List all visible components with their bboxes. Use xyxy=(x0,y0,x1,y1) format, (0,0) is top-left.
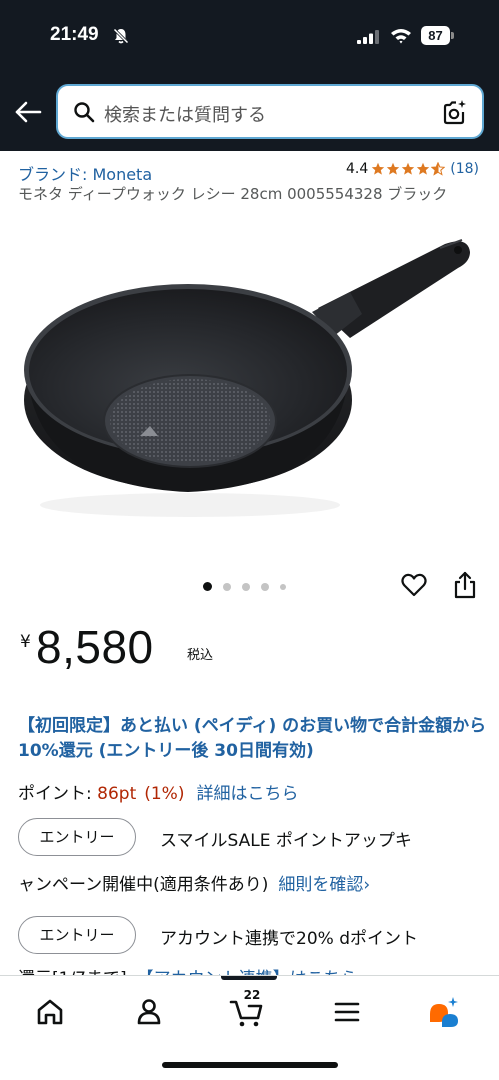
person-icon[interactable] xyxy=(129,992,169,1032)
star-icon xyxy=(372,162,385,175)
star-icon xyxy=(387,162,400,175)
price-value: 8,580 xyxy=(36,621,154,673)
search-icon xyxy=(74,102,95,123)
product-image[interactable] xyxy=(0,230,499,560)
rating-value: 4.4 xyxy=(345,161,369,177)
battery-indicator: 87 xyxy=(421,26,454,45)
rating-stars xyxy=(371,162,446,176)
campaign-text-line2: ャンペーン開催中(適用条件あり) xyxy=(18,875,269,895)
carousel-dot[interactable] xyxy=(280,583,286,590)
hamburger-icon[interactable] xyxy=(327,992,367,1032)
home-indicator xyxy=(162,1062,338,1068)
entry-button[interactable]: エントリー xyxy=(18,916,136,954)
battery-level: 87 xyxy=(421,26,450,45)
signal-icon xyxy=(357,30,379,44)
paidy-promo-link[interactable]: 【初回限定】あと払い (ペイディ) のお買い物で合計金額から10%還元 (エント… xyxy=(18,714,488,764)
home-icon[interactable] xyxy=(30,992,70,1032)
product-title: モネタ ディープウォック レシー 28cm 0005554328 ブラック xyxy=(18,185,448,203)
wifi-icon xyxy=(391,29,411,44)
cart-count: 22 xyxy=(243,988,261,1002)
star-icon xyxy=(417,162,430,175)
points-percent: (1%) xyxy=(144,784,185,804)
heart-icon[interactable] xyxy=(400,571,428,599)
carousel-dot[interactable] xyxy=(261,582,269,591)
carousel-dot[interactable] xyxy=(242,582,250,591)
status-time: 21:49 xyxy=(50,24,99,45)
entry-button[interactable]: エントリー xyxy=(18,818,136,856)
bell-muted-icon xyxy=(112,27,130,45)
search-placeholder: 検索または質問する xyxy=(104,105,266,126)
active-tab-indicator xyxy=(221,976,277,980)
back-arrow-icon[interactable] xyxy=(12,96,44,128)
share-icon[interactable] xyxy=(452,570,478,600)
campaign-text: スマイルSALE ポイントアップキ xyxy=(160,831,412,851)
points-row: ポイント: 86pt (1%) 詳細はこちら xyxy=(18,779,298,804)
brand-link[interactable]: ブランド: Moneta xyxy=(18,161,152,185)
points-label: ポイント: xyxy=(18,784,98,804)
star-icon xyxy=(402,162,415,175)
camera-search-icon[interactable] xyxy=(440,98,468,126)
campaign-text-cont: ャンペーン開催中(適用条件あり) 細則を確認› xyxy=(18,870,370,895)
rating-summary[interactable]: 4.4 (18) xyxy=(346,161,479,177)
rufus-icon[interactable] xyxy=(424,992,464,1032)
search-input[interactable]: 検索または質問する xyxy=(56,84,484,139)
points-value: 86pt xyxy=(97,784,137,804)
star-half-icon xyxy=(431,162,446,176)
rules-link[interactable]: 細則を確認› xyxy=(278,875,370,895)
carousel-dots[interactable] xyxy=(203,582,297,591)
carousel-dot-active[interactable] xyxy=(203,582,212,591)
tax-label: 税込 xyxy=(187,648,214,663)
rating-count: (18) xyxy=(450,161,479,177)
header: 21:49 87 検索または質問する xyxy=(0,0,499,151)
price-currency: ¥ xyxy=(20,632,31,652)
campaign-text: アカウント連携で20% dポイント xyxy=(160,929,418,949)
carousel-dot[interactable] xyxy=(223,582,231,591)
points-details-link[interactable]: 詳細はこちら xyxy=(196,784,298,804)
